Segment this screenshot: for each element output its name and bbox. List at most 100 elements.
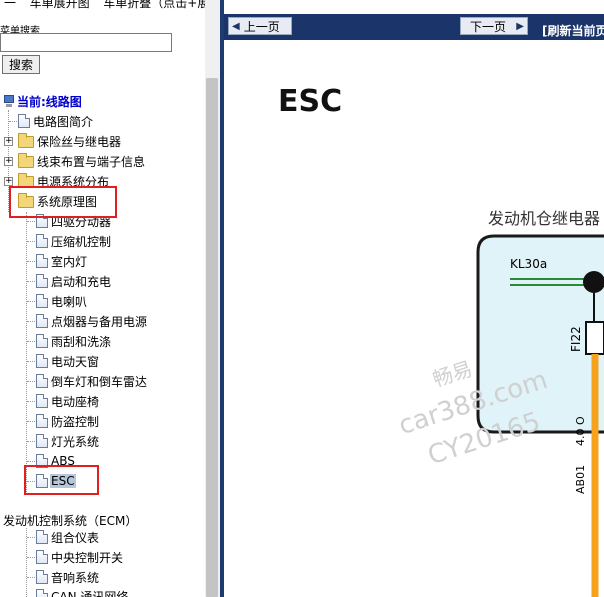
diagram-title: 发动机仓继电器 bbox=[488, 209, 600, 228]
tree-guide-line bbox=[27, 301, 35, 302]
tree-item[interactable]: 压缩机控制 bbox=[36, 232, 112, 250]
highlight-box-esc bbox=[24, 465, 99, 495]
tree-item-label: 点烟器与备用电源 bbox=[51, 314, 148, 329]
tree-item-label: 中央控制开关 bbox=[51, 550, 124, 565]
tree-item-label: 防盗控制 bbox=[51, 414, 100, 429]
tree-guide-line bbox=[27, 557, 35, 558]
tree-guide-line bbox=[27, 321, 35, 322]
fuse-symbol bbox=[585, 321, 604, 355]
tree-item-label: 电路图简介 bbox=[33, 114, 94, 129]
document-icon bbox=[36, 334, 48, 348]
tree-item[interactable]: 防盗控制 bbox=[36, 412, 100, 430]
tree-item-label: 倒车灯和倒车雷达 bbox=[51, 374, 148, 389]
document-icon bbox=[36, 434, 48, 448]
document-icon bbox=[36, 274, 48, 288]
tree-item[interactable]: 音响系统 bbox=[36, 568, 100, 586]
tree-item-label: 电喇叭 bbox=[51, 294, 88, 309]
tree-item-label: 保险丝与继电器 bbox=[37, 134, 122, 149]
tree-item-label: 灯光系统 bbox=[51, 434, 100, 449]
document-icon bbox=[36, 550, 48, 564]
connector-label: AB01 bbox=[574, 465, 587, 494]
tree-item-label: 室内灯 bbox=[51, 254, 88, 269]
document-icon bbox=[36, 254, 48, 268]
tree-item[interactable]: 雨刮和洗涤 bbox=[36, 332, 112, 350]
tree-item-label: 电动座椅 bbox=[51, 394, 100, 409]
document-icon bbox=[36, 394, 48, 408]
tree-item-label: CAN 通讯网络 bbox=[51, 589, 129, 597]
tree-item-label: 电动天窗 bbox=[51, 354, 100, 369]
next-page-button[interactable]: 下一页 ▶ bbox=[460, 17, 528, 35]
document-icon bbox=[36, 414, 48, 428]
search-button[interactable]: 搜索 bbox=[2, 55, 40, 74]
tree-item-label: 压缩机控制 bbox=[51, 234, 112, 249]
tree-guide-line bbox=[27, 281, 35, 282]
tree-item[interactable]: CAN 通讯网络 bbox=[36, 587, 129, 597]
tree-guide-line bbox=[27, 421, 35, 422]
tree-item[interactable]: 倒车灯和倒车雷达 bbox=[36, 372, 148, 390]
tree-guide-line bbox=[27, 261, 35, 262]
tree-guide-line bbox=[27, 401, 35, 402]
wire-label-kl30a: KL30a bbox=[510, 257, 547, 271]
tree-item[interactable]: 中央控制开关 bbox=[36, 548, 124, 566]
document-icon bbox=[18, 114, 30, 128]
tree-folder[interactable]: 线束布置与端子信息 bbox=[18, 152, 146, 170]
prev-page-button[interactable]: ◀ 上一页 bbox=[228, 17, 292, 35]
tree-root[interactable]: 当前:线路图 bbox=[3, 92, 82, 110]
prev-page-label: 上一页 bbox=[243, 19, 280, 34]
menu-expand-collapse-links[interactable]: 一 ¯ 车单展开图 ¯ 车单折叠（点击+展 bbox=[4, 0, 205, 11]
fuse-label: FI22 bbox=[569, 326, 583, 352]
document-icon bbox=[36, 314, 48, 328]
wiring-diagram: 发动机仓继电器 KL30a FI22 4.0 O AB01 bbox=[476, 209, 604, 597]
tree-item-label: 雨刮和洗涤 bbox=[51, 334, 112, 349]
folder-icon bbox=[18, 132, 34, 148]
document-icon bbox=[36, 530, 48, 544]
expand-toggle[interactable]: + bbox=[4, 137, 13, 146]
document-icon bbox=[36, 354, 48, 368]
tree-item[interactable]: 电路图简介 bbox=[18, 112, 94, 130]
tree-root-label: 当前:线路图 bbox=[17, 94, 82, 109]
tree-item-label: 音响系统 bbox=[51, 570, 100, 585]
document-icon bbox=[36, 234, 48, 248]
tree-guide-line bbox=[27, 341, 35, 342]
search-input[interactable] bbox=[0, 33, 172, 52]
document-icon bbox=[36, 374, 48, 388]
tree-guide-line bbox=[27, 577, 35, 578]
wire-spec-label: 4.0 O bbox=[574, 416, 587, 446]
tree-item[interactable]: 电动天窗 bbox=[36, 352, 100, 370]
document-icon bbox=[36, 294, 48, 308]
tree-scrollbar-thumb[interactable] bbox=[206, 78, 218, 597]
tree-section[interactable]: 发动机控制系统（ECM） bbox=[2, 511, 138, 529]
tree-guide-line bbox=[27, 441, 35, 442]
tree-pane: 一 ¯ 车单展开图 ¯ 车单折叠（点击+展 菜单搜索 搜索 当前:线路图 电路图… bbox=[0, 0, 205, 597]
refresh-page-link[interactable]: [刷新当前页 bbox=[542, 22, 604, 39]
highlight-box-system-diagram bbox=[9, 186, 117, 218]
expand-toggle[interactable]: + bbox=[4, 177, 13, 186]
tree-item-label: 启动和充电 bbox=[51, 274, 112, 289]
tree-item[interactable]: 组合仪表 bbox=[36, 528, 100, 546]
tree-guide-line bbox=[26, 528, 27, 597]
tree-item[interactable]: 室内灯 bbox=[36, 252, 88, 270]
tree-item[interactable]: 电动座椅 bbox=[36, 392, 100, 410]
tree-guide-line bbox=[27, 361, 35, 362]
tree-folder[interactable]: 保险丝与继电器 bbox=[18, 132, 122, 150]
tree-item[interactable]: 点烟器与备用电源 bbox=[36, 312, 148, 330]
tree-guide-line bbox=[26, 212, 27, 494]
page-title: ESC bbox=[278, 84, 343, 119]
arrow-right-icon: ▶ bbox=[516, 20, 524, 32]
tree-item[interactable]: 启动和充电 bbox=[36, 272, 112, 290]
tree-item[interactable]: 灯光系统 bbox=[36, 432, 100, 450]
tree-guide-line bbox=[27, 381, 35, 382]
tree-guide-line bbox=[27, 221, 35, 222]
document-icon bbox=[36, 589, 48, 597]
folder-icon bbox=[18, 152, 34, 168]
tree-item[interactable]: 电喇叭 bbox=[36, 292, 88, 310]
tree-item-label: 线束布置与端子信息 bbox=[37, 154, 146, 169]
tree-item-label: 发动机控制系统（ECM） bbox=[3, 513, 138, 528]
tree-guide-line bbox=[27, 241, 35, 242]
nav-top-strip bbox=[224, 0, 604, 14]
computer-icon bbox=[3, 94, 15, 108]
tree-guide-line bbox=[9, 121, 17, 122]
junction-dot bbox=[583, 271, 604, 293]
expand-toggle[interactable]: + bbox=[4, 157, 13, 166]
document-icon bbox=[36, 570, 48, 584]
